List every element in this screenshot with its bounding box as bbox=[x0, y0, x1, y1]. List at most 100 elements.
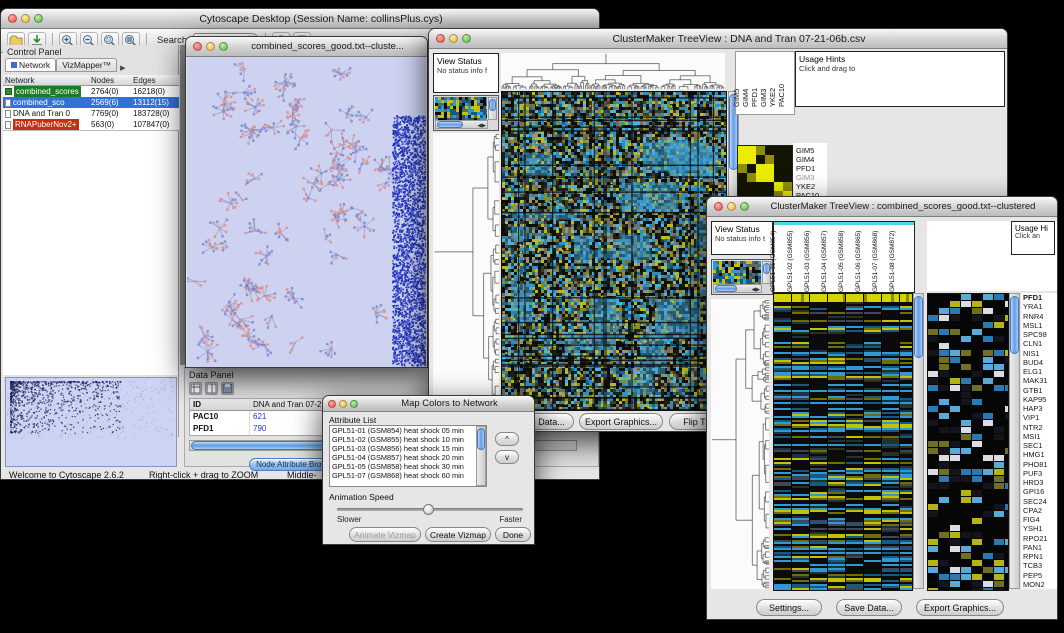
gene-label[interactable]: NIS1 bbox=[1021, 349, 1057, 358]
gene-label[interactable]: RPO21 bbox=[1021, 534, 1057, 543]
column-dendrogram[interactable] bbox=[501, 53, 725, 89]
hscroll-thumb[interactable] bbox=[715, 285, 737, 292]
table-icon[interactable] bbox=[189, 382, 202, 395]
gene-label[interactable]: PAN1 bbox=[1021, 543, 1057, 552]
gene-label[interactable]: MSI1 bbox=[1021, 432, 1057, 441]
attribute-item[interactable]: GPL51-04 (GSM857) heat shock 20 min bbox=[330, 453, 486, 462]
network-row[interactable]: combined_sco2569(6)13112(15) bbox=[3, 97, 179, 108]
vscroll-thumb[interactable] bbox=[914, 296, 923, 358]
attribute-item[interactable]: GPL51-02 (GSM855) heat shock 10 min bbox=[330, 435, 486, 444]
gene-label[interactable]: MSL1 bbox=[1021, 321, 1057, 330]
gene-list[interactable]: PFD1YRA1RNR4MSL1SPC98CLN1NIS1BUD4ELG1MAK… bbox=[1021, 293, 1057, 589]
gene-label[interactable]: SPC98 bbox=[1021, 330, 1057, 339]
minimize-icon[interactable] bbox=[21, 14, 30, 23]
maximize-icon[interactable] bbox=[219, 42, 228, 51]
close-icon[interactable] bbox=[714, 202, 723, 211]
gene-label[interactable]: BUD4 bbox=[1021, 358, 1057, 367]
dialog-titlebar[interactable]: Map Colors to Network bbox=[323, 396, 534, 412]
maximize-icon[interactable] bbox=[740, 202, 749, 211]
columns-icon[interactable] bbox=[205, 382, 218, 395]
attribute-list[interactable]: GPL51-01 (GSM854) heat shock 05 minGPL51… bbox=[329, 425, 487, 487]
export-graphics-button[interactable]: Export Graphics... bbox=[916, 599, 1004, 616]
gene-label[interactable]: MAK31 bbox=[1021, 376, 1057, 385]
animate-vizmap-button[interactable]: Animate Vizmap bbox=[349, 527, 421, 542]
gene-label[interactable]: FIG4 bbox=[1021, 515, 1057, 524]
done-button[interactable]: Done bbox=[495, 527, 531, 542]
secondary-heatmap[interactable] bbox=[927, 293, 1009, 591]
export-graphics-button[interactable]: Export Graphics... bbox=[579, 413, 663, 430]
nav-hscrollbar[interactable]: ◀▶ bbox=[435, 120, 488, 129]
create-vizmap-button[interactable]: Create Vizmap bbox=[425, 527, 491, 542]
gene-label[interactable]: SEC1 bbox=[1021, 441, 1057, 450]
minimize-icon[interactable] bbox=[449, 34, 458, 43]
heatmap[interactable] bbox=[501, 91, 727, 411]
gene-label[interactable]: SEC24 bbox=[1021, 497, 1057, 506]
settings-button[interactable]: Settings... bbox=[756, 599, 822, 616]
network-canvas[interactable] bbox=[187, 57, 426, 367]
hscroll-thumb[interactable] bbox=[437, 121, 463, 128]
gene-label[interactable]: VIP1 bbox=[1021, 413, 1057, 422]
gene-label[interactable]: RPN1 bbox=[1021, 552, 1057, 561]
maximize-icon[interactable] bbox=[462, 34, 471, 43]
row-dendrogram[interactable] bbox=[433, 133, 499, 409]
nav-hscrollbar[interactable]: ◀▶ bbox=[713, 284, 762, 293]
minimize-icon[interactable] bbox=[339, 400, 347, 408]
gene-label[interactable]: PFD1 bbox=[1021, 293, 1057, 302]
close-icon[interactable] bbox=[436, 34, 445, 43]
move-down-button[interactable]: v bbox=[495, 450, 519, 464]
gene-label[interactable]: PUF3 bbox=[1021, 469, 1057, 478]
col-nodes[interactable]: Nodes bbox=[91, 75, 133, 86]
minimize-icon[interactable] bbox=[727, 202, 736, 211]
network-row[interactable]: DNA and Tran 07769(0)183728(0) bbox=[3, 108, 179, 119]
network-titlebar[interactable]: combined_scores_good.txt--cluste... bbox=[186, 37, 427, 57]
col-network[interactable]: Network bbox=[3, 75, 91, 86]
gene-label[interactable]: CPA2 bbox=[1021, 506, 1057, 515]
gene-label[interactable]: PHO81 bbox=[1021, 460, 1057, 469]
gene-label[interactable]: ELG1 bbox=[1021, 367, 1057, 376]
gene-label[interactable]: HRD3 bbox=[1021, 478, 1057, 487]
tab-vizmapper[interactable]: VizMapper™ bbox=[56, 58, 117, 72]
secondary-vscrollbar[interactable] bbox=[1009, 293, 1020, 589]
list-vscrollbar[interactable] bbox=[476, 426, 486, 486]
gene-label[interactable]: PEP5 bbox=[1021, 571, 1057, 580]
gene-label[interactable]: GPI16 bbox=[1021, 487, 1057, 496]
maximize-icon[interactable] bbox=[34, 14, 43, 23]
col-id[interactable]: ID bbox=[190, 399, 250, 410]
gene-label[interactable]: KAP95 bbox=[1021, 395, 1057, 404]
save-data-button[interactable]: Save Data... bbox=[836, 599, 902, 616]
close-icon[interactable] bbox=[193, 42, 202, 51]
vscroll-thumb[interactable] bbox=[1010, 296, 1019, 354]
heatmap-vscrollbar[interactable] bbox=[913, 293, 924, 589]
slider-thumb[interactable] bbox=[423, 504, 434, 515]
scroll-arrows-icon[interactable]: ◀▶ bbox=[478, 122, 486, 131]
close-icon[interactable] bbox=[8, 14, 17, 23]
move-up-button[interactable]: ^ bbox=[495, 432, 519, 446]
nav-thumbnail[interactable]: ◀▶ bbox=[711, 259, 773, 295]
close-icon[interactable] bbox=[328, 400, 336, 408]
gene-label[interactable]: CLN1 bbox=[1021, 339, 1057, 348]
animation-speed-slider[interactable] bbox=[337, 508, 523, 511]
heatmap[interactable] bbox=[773, 293, 913, 591]
attribute-item[interactable]: GPL51-05 (GSM858) heat shock 30 min bbox=[330, 462, 486, 471]
gene-label[interactable]: YRA1 bbox=[1021, 302, 1057, 311]
attribute-item[interactable]: GPL51-07 (GSM868) heat shock 60 min bbox=[330, 471, 486, 480]
gene-label[interactable]: TCB3 bbox=[1021, 561, 1057, 570]
save-table-icon[interactable] bbox=[221, 382, 234, 395]
tab-network[interactable]: Network bbox=[5, 58, 56, 72]
vscroll-thumb[interactable] bbox=[477, 428, 485, 450]
gene-label[interactable]: RNR4 bbox=[1021, 312, 1057, 321]
col-edges[interactable]: Edges bbox=[133, 75, 177, 86]
birdseye-view[interactable] bbox=[5, 377, 177, 467]
correlation-matrix[interactable] bbox=[737, 145, 793, 201]
minimize-icon[interactable] bbox=[206, 42, 215, 51]
nav-thumbnail[interactable]: ◀▶ bbox=[433, 95, 499, 131]
network-row[interactable]: combined_scores2764(0)16218(0) bbox=[3, 86, 179, 97]
attribute-item[interactable]: GPL51-01 (GSM854) heat shock 05 min bbox=[330, 426, 486, 435]
maximize-icon[interactable] bbox=[350, 400, 358, 408]
nav-vscrollbar[interactable] bbox=[488, 97, 497, 120]
cytoscape-titlebar[interactable]: Cytoscape Desktop (Session Name: collins… bbox=[1, 9, 599, 29]
treeview2-titlebar[interactable]: ClusterMaker TreeView : combined_scores_… bbox=[707, 197, 1057, 217]
scroll-arrows-icon[interactable]: ◀▶ bbox=[752, 286, 760, 295]
network-row[interactable]: RNAPuberNov2+563(0)107847(0) bbox=[3, 119, 179, 130]
gene-label[interactable]: YSH1 bbox=[1021, 524, 1057, 533]
